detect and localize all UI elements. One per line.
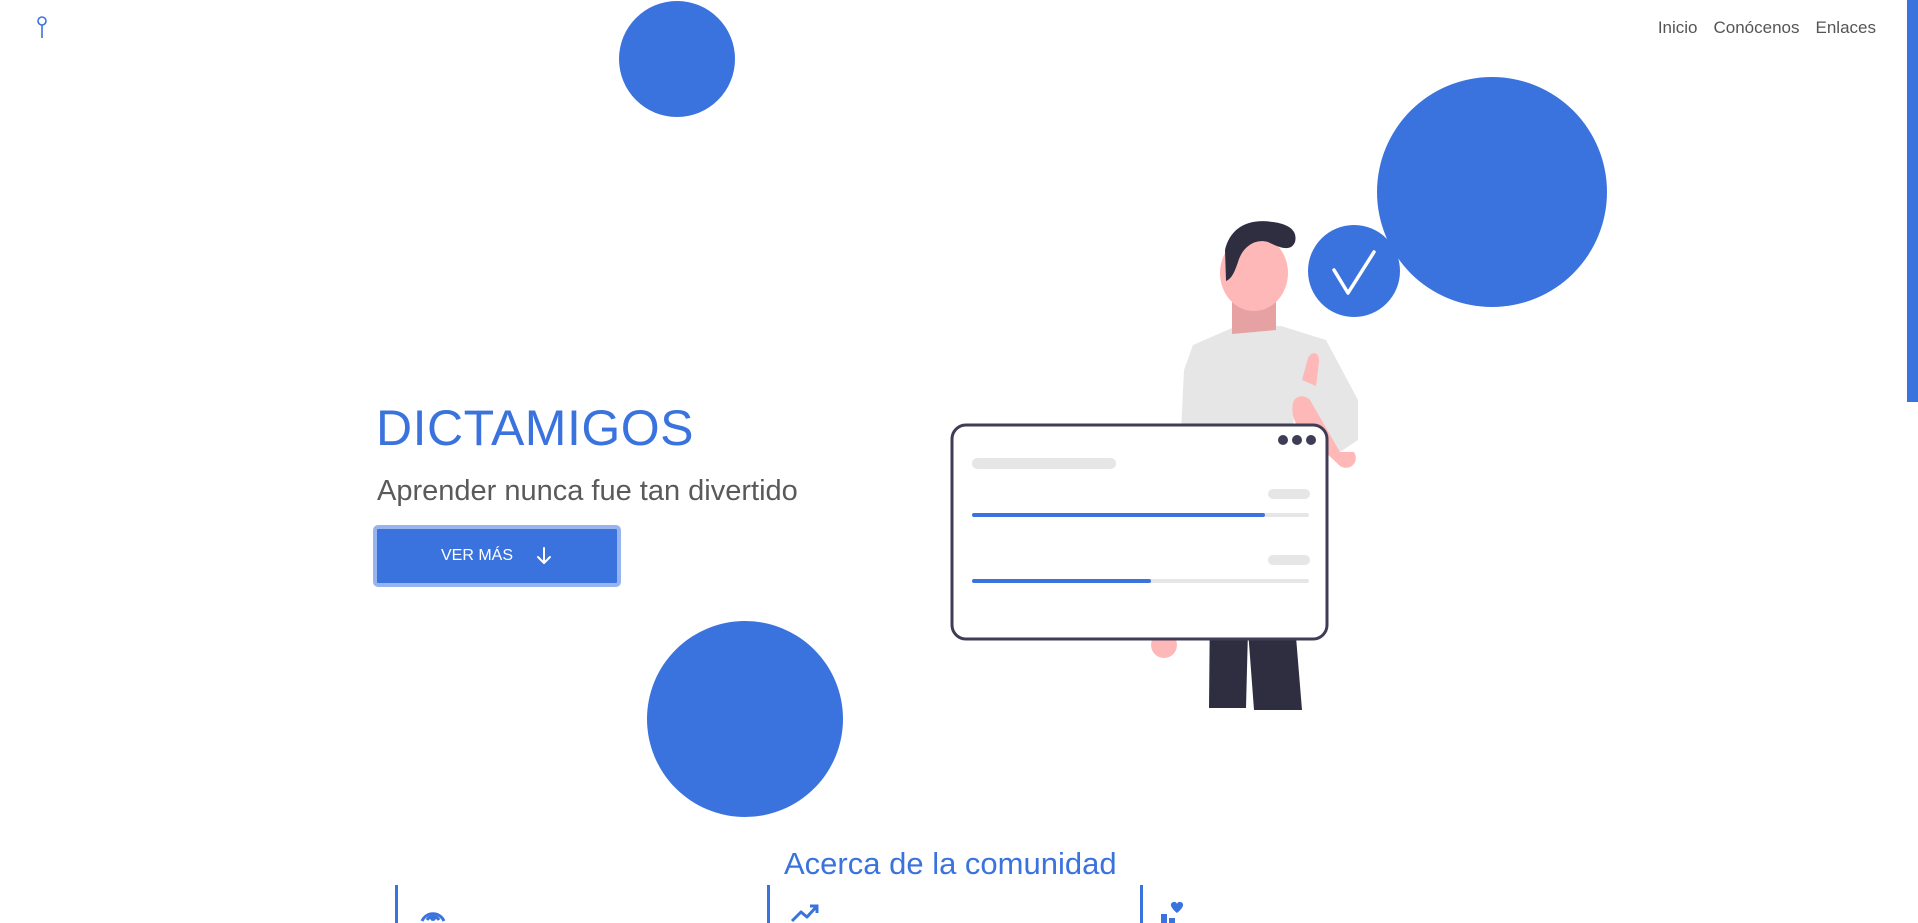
dictamigos-logo[interactable] — [30, 4, 70, 48]
ver-mas-button-content: VER MÁS — [377, 529, 617, 583]
feature-divider — [1140, 885, 1143, 923]
hero-title: DICTAMIGOS — [376, 400, 694, 456]
nav-item-inicio[interactable]: Inicio — [1658, 18, 1698, 38]
person-with-progress-board-illustration — [950, 221, 1400, 710]
board-menu-dot — [1292, 435, 1302, 445]
decor-circle — [619, 1, 735, 117]
hero-subtitle: Aprender nunca fue tan divertido — [377, 475, 798, 507]
board-menu-dot — [1278, 435, 1288, 445]
progress-board — [950, 423, 1329, 641]
moon-logo-icon — [37, 8, 64, 44]
decor-circle — [647, 621, 843, 817]
nav-item-conocenos[interactable]: Conócenos — [1714, 18, 1800, 38]
board-title-placeholder — [972, 458, 1116, 469]
ver-mas-button[interactable]: VER MÁS — [373, 525, 621, 587]
trending-up-icon — [790, 904, 819, 923]
main-nav: Inicio Conócenos Enlaces — [1658, 18, 1876, 38]
nav-item-enlaces[interactable]: Enlaces — [1816, 18, 1876, 38]
feature-divider — [395, 885, 398, 923]
board-menu-dot — [1306, 435, 1316, 445]
landing-page: Inicio Conócenos Enlaces DICTAMIGOS Apre… — [0, 0, 1918, 923]
ver-mas-label: VER MÁS — [440, 547, 513, 564]
board-small-placeholder — [1268, 489, 1310, 499]
arrow-down-icon — [537, 547, 551, 564]
progress-fill-2 — [972, 579, 1151, 583]
feature-divider — [767, 885, 770, 923]
board-small-placeholder — [1268, 555, 1310, 565]
about-section-title: Acerca de la comunidad — [784, 846, 1117, 881]
scrollbar-thumb[interactable] — [1907, 0, 1918, 402]
broadcast-icon — [420, 912, 446, 922]
community-heart-icon — [1161, 902, 1184, 923]
progress-fill-1 — [972, 513, 1265, 517]
check-circle-icon — [1308, 225, 1400, 317]
